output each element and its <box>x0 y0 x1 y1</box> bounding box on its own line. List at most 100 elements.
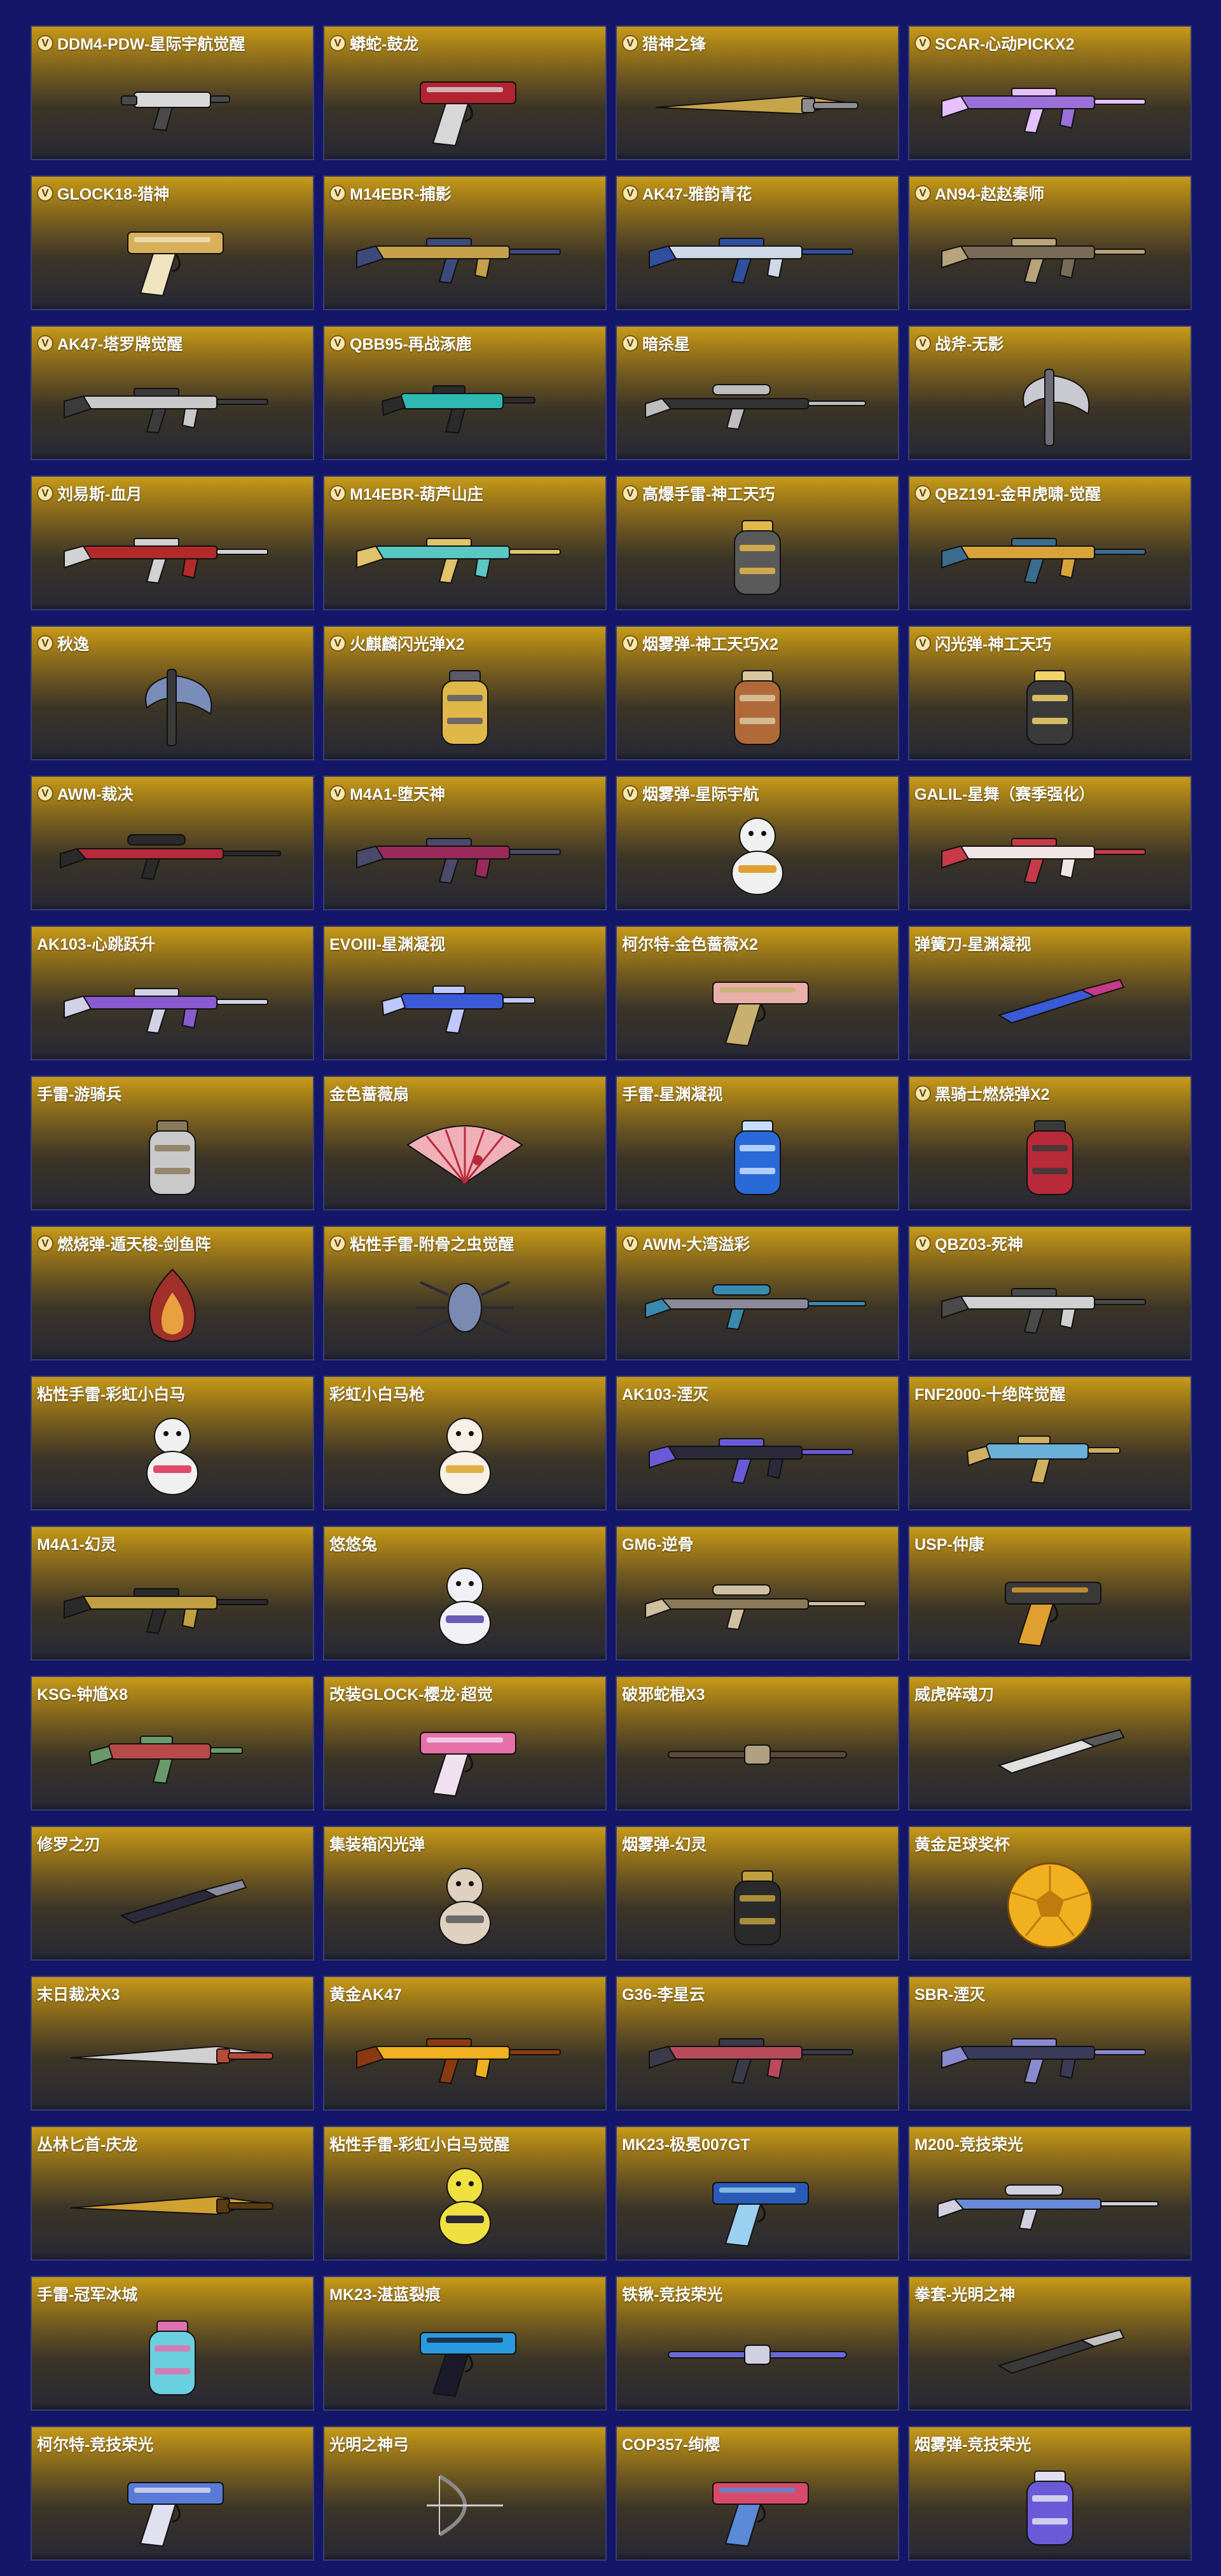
item-card[interactable]: V AK47-雅韵青花 <box>616 175 899 310</box>
item-title: 粘性手雷-彩虹小白马 <box>37 1382 185 1405</box>
pistol-icon <box>617 2456 898 2553</box>
item-card[interactable]: V DDM4-PDW-星际宇航觉醒 <box>31 25 314 160</box>
item-title: V 刘易斯-血月 <box>37 482 142 505</box>
item-card[interactable]: KSG-钟馗X8 <box>31 1676 314 1811</box>
item-card[interactable]: COP357-绚樱 <box>616 2426 899 2561</box>
item-card[interactable]: 手雷-游骑兵 <box>31 1076 314 1210</box>
item-card[interactable]: 威虎碎魂刀 <box>908 1676 1192 1811</box>
item-card[interactable]: V 燃烧弹-遁天梭-剑鱼阵 <box>31 1226 314 1360</box>
item-title: V 秋逸 <box>37 632 89 655</box>
item-card[interactable]: 光明之神弓 <box>323 2426 607 2561</box>
item-card[interactable]: V GLOCK18-猎神 <box>31 175 314 310</box>
item-name: 光明之神弓 <box>329 2436 410 2454</box>
item-card[interactable]: V 战斧-无影 <box>908 325 1192 460</box>
item-card[interactable]: V QBZ03-死神 <box>908 1226 1192 1360</box>
item-card[interactable]: 弹簧刀-星渊凝视 <box>908 926 1192 1060</box>
item-card[interactable]: V 黑骑士燃烧弹X2 <box>908 1076 1192 1210</box>
item-card[interactable]: V 猎神之锋 <box>616 25 899 160</box>
item-title: 烟雾弹-竞技荣光 <box>914 2432 1031 2455</box>
item-card[interactable]: 集装箱闪光弹 <box>323 1826 607 1961</box>
item-card[interactable]: AK103-湮灭 <box>616 1376 899 1511</box>
item-card[interactable]: 粘性手雷-彩虹小白马觉醒 <box>323 2126 607 2261</box>
item-card[interactable]: V SCAR-心动PICKX2 <box>908 25 1192 160</box>
item-card[interactable]: V AN94-赵赵秦师 <box>908 175 1192 310</box>
item-name: 彩虹小白马枪 <box>329 1386 425 1404</box>
item-card[interactable]: V 火麒麟闪光弹X2 <box>323 626 607 760</box>
item-card[interactable]: USP-仲康 <box>908 1526 1192 1661</box>
figure-icon <box>32 1406 313 1503</box>
item-card[interactable]: SBR-湮灭 <box>908 1976 1192 2111</box>
item-card[interactable]: V 蟒蛇-鼓龙 <box>323 25 607 160</box>
item-card[interactable]: 黄金足球奖杯 <box>908 1826 1192 1961</box>
item-card[interactable]: 粘性手雷-彩虹小白马 <box>31 1376 314 1511</box>
item-card[interactable]: 修罗之刃 <box>31 1826 314 1961</box>
item-card[interactable]: V 烟雾弹-星际宇航 <box>616 776 899 910</box>
item-card[interactable]: EVOIII-星渊凝视 <box>323 926 607 1060</box>
pistol-icon <box>324 2306 605 2403</box>
item-card[interactable]: 末日裁决X3 <box>31 1976 314 2111</box>
rifle-icon <box>617 206 898 303</box>
item-card[interactable]: V QBB95-再战涿鹿 <box>323 325 607 460</box>
figure-icon <box>324 1856 605 1953</box>
item-name: G36-李星云 <box>622 1986 705 2004</box>
item-name: SCAR-心动PICKX2 <box>935 36 1075 53</box>
item-card[interactable]: 柯尔特-金色蔷薇X2 <box>616 926 899 1060</box>
rifle-icon <box>909 806 1190 903</box>
item-card[interactable]: 彩虹小白马枪 <box>323 1376 607 1511</box>
item-card[interactable]: 手雷-冠军冰城 <box>31 2276 314 2411</box>
item-title: V 暗杀星 <box>622 332 690 355</box>
item-title: V 黑骑士燃烧弹X2 <box>914 1082 1050 1105</box>
grenade-icon <box>32 1106 313 1203</box>
item-card[interactable]: GM6-逆骨 <box>616 1526 899 1661</box>
item-card[interactable]: V AK47-塔罗牌觉醒 <box>31 325 314 460</box>
item-title: M200-竞技荣光 <box>914 2132 1023 2155</box>
item-name: FNF2000-十绝阵觉醒 <box>914 1386 1066 1404</box>
item-title: V AK47-雅韵青花 <box>622 182 752 205</box>
v-badge-icon: V <box>622 635 638 652</box>
item-title: 弹簧刀-星渊凝视 <box>914 932 1031 955</box>
item-title: V SCAR-心动PICKX2 <box>914 32 1074 55</box>
bow-icon <box>324 2456 605 2553</box>
item-card[interactable]: V M14EBR-捕影 <box>323 175 607 310</box>
item-name: 手雷-星渊凝视 <box>622 1086 723 1104</box>
item-name: 破邪蛇棍X3 <box>622 1686 705 1704</box>
item-card[interactable]: V AWM-大湾溢彩 <box>616 1226 899 1360</box>
item-card[interactable]: MK23-湛蓝裂痕 <box>323 2276 607 2411</box>
item-card[interactable]: 悠悠兔 <box>323 1526 607 1661</box>
item-card[interactable]: 破邪蛇棍X3 <box>616 1676 899 1811</box>
item-card[interactable]: 铁锹-竞技荣光 <box>616 2276 899 2411</box>
item-card[interactable]: V QBZ191-金甲虎啸-觉醒 <box>908 476 1192 610</box>
item-card[interactable]: 手雷-星渊凝视 <box>616 1076 899 1210</box>
item-card[interactable]: V AWM-裁决 <box>31 776 314 910</box>
item-card[interactable]: GALIL-星舞（赛季强化） <box>908 776 1192 910</box>
item-card[interactable]: V 粘性手雷-附骨之虫觉醒 <box>323 1226 607 1360</box>
item-card[interactable]: M4A1-幻灵 <box>31 1526 314 1661</box>
sniper-icon <box>617 1556 898 1653</box>
rifle-icon <box>32 956 313 1053</box>
item-card[interactable]: 金色蔷薇扇 <box>323 1076 607 1210</box>
item-card[interactable]: V 高爆手雷-神工天巧 <box>616 476 899 610</box>
rifle-icon <box>32 506 313 603</box>
item-card[interactable]: FNF2000-十绝阵觉醒 <box>908 1376 1192 1511</box>
rifle-icon <box>324 2006 605 2103</box>
item-card[interactable]: V M14EBR-葫芦山庄 <box>323 476 607 610</box>
item-card[interactable]: 烟雾弹-竞技荣光 <box>908 2426 1192 2561</box>
item-card[interactable]: V M4A1-堕天神 <box>323 776 607 910</box>
item-card[interactable]: 柯尔特-竞技荣光 <box>31 2426 314 2561</box>
item-card[interactable]: 丛林匕首-庆龙 <box>31 2126 314 2261</box>
item-card[interactable]: G36-李星云 <box>616 1976 899 2111</box>
item-card[interactable]: M200-竞技荣光 <box>908 2126 1192 2261</box>
item-card[interactable]: V 烟雾弹-神工天巧X2 <box>616 626 899 760</box>
item-card[interactable]: V 刘易斯-血月 <box>31 476 314 610</box>
item-name: 烟雾弹-竞技荣光 <box>914 2436 1031 2454</box>
item-card[interactable]: 拳套-光明之神 <box>908 2276 1192 2411</box>
item-title: 威虎碎魂刀 <box>914 1682 994 1705</box>
item-card[interactable]: V 暗杀星 <box>616 325 899 460</box>
item-card[interactable]: 改装GLOCK-樱龙·超觉 <box>323 1676 607 1811</box>
item-card[interactable]: AK103-心跳跃升 <box>31 926 314 1060</box>
item-card[interactable]: V 闪光弹-神工天巧 <box>908 626 1192 760</box>
item-card[interactable]: V 秋逸 <box>31 626 314 760</box>
item-card[interactable]: MK23-极冕007GT <box>616 2126 899 2261</box>
item-card[interactable]: 黄金AK47 <box>323 1976 607 2111</box>
item-card[interactable]: 烟雾弹-幻灵 <box>616 1826 899 1961</box>
